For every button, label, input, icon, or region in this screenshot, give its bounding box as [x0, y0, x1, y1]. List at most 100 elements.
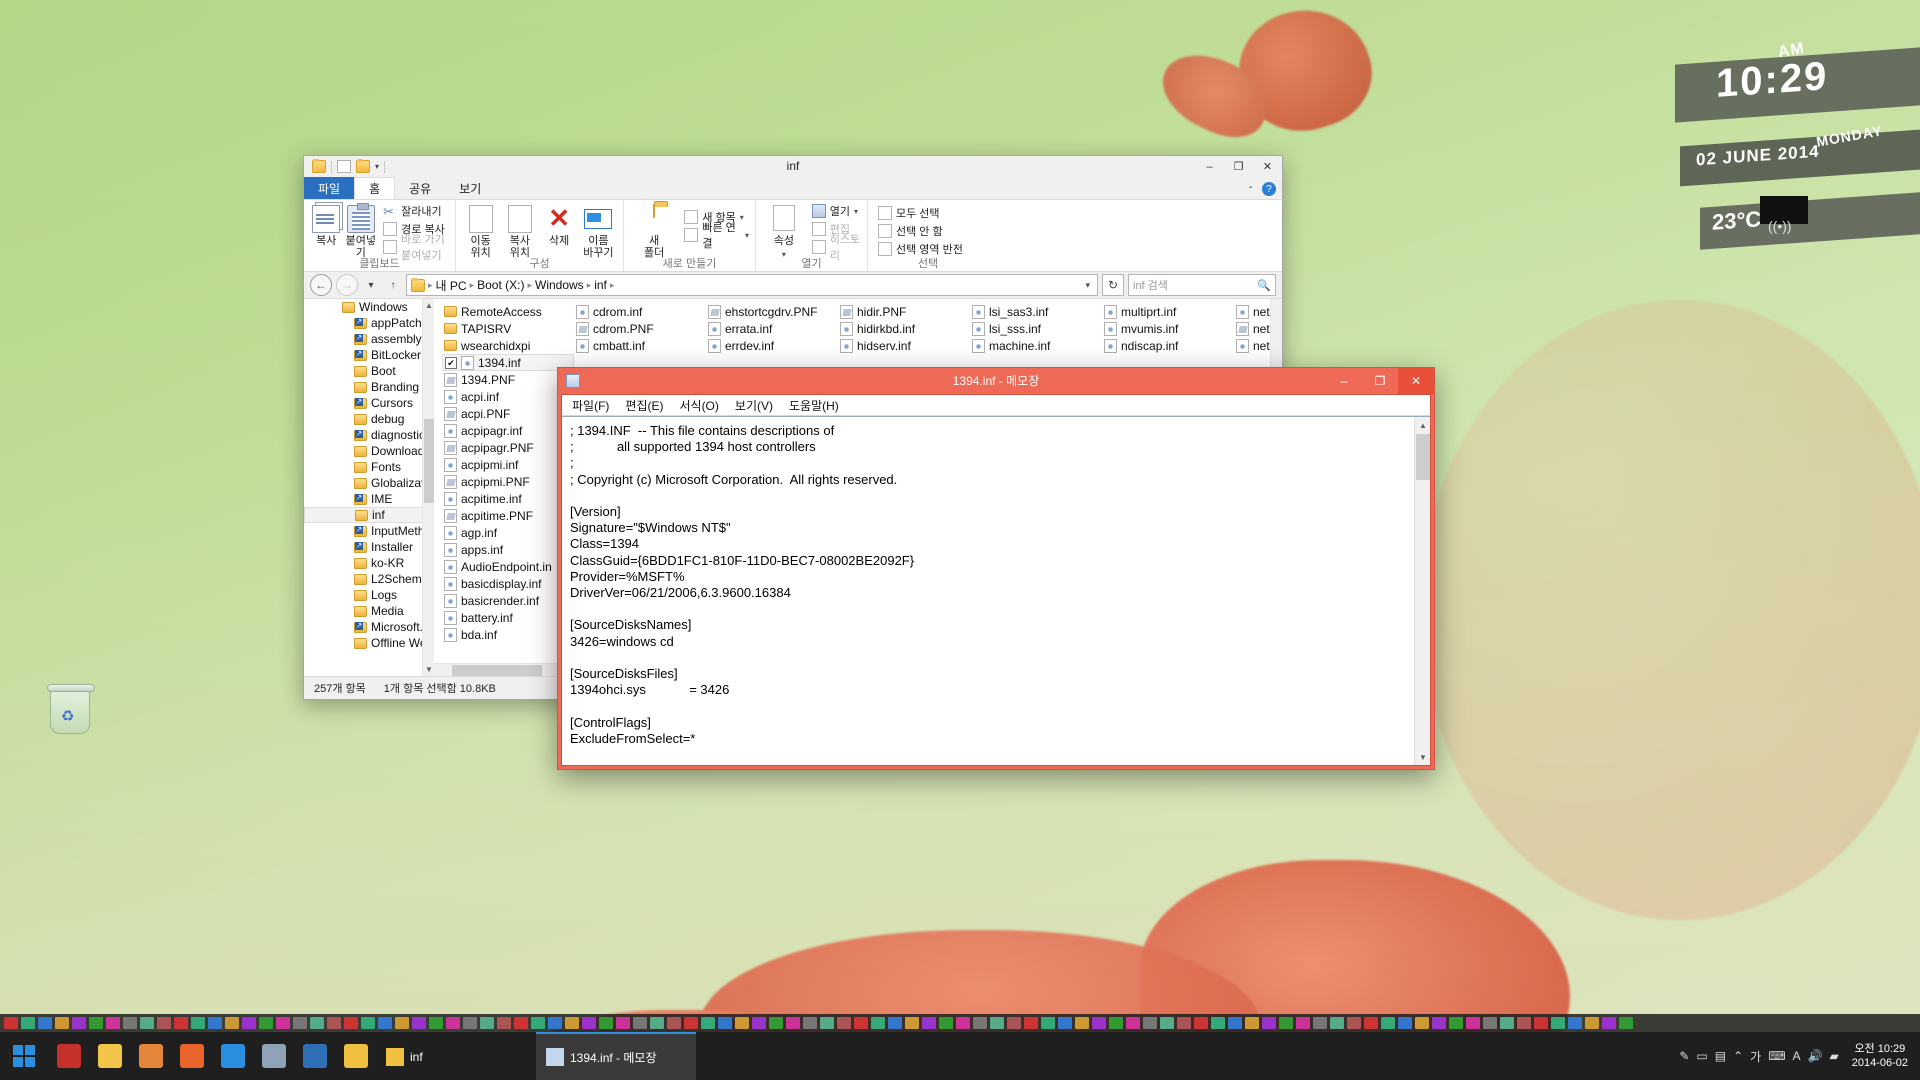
tray-overflow-icon[interactable]	[429, 1017, 443, 1029]
tray-overflow-icon[interactable]	[650, 1017, 664, 1029]
taskbar-firefox-icon[interactable]	[171, 1032, 212, 1080]
scroll-up-icon[interactable]: ▲	[1415, 417, 1431, 433]
tab-share[interactable]: 공유	[395, 177, 445, 199]
quick-access-toolbar[interactable]: ▾ inf – ❐ ✕	[304, 156, 1282, 177]
checkbox-checked-icon[interactable]: ✔	[445, 356, 457, 369]
tray-overflow-icon[interactable]	[21, 1017, 35, 1029]
navigation-pane[interactable]: Windows appPatch assembly BitLockerD Boot Bra…	[304, 299, 434, 676]
window-controls[interactable]: – ❐ ✕	[1195, 156, 1282, 177]
tray-overflow-icon[interactable]	[956, 1017, 970, 1029]
sidebar-item-installer[interactable]: Installer	[304, 539, 434, 555]
tray-overflow-icon[interactable]	[871, 1017, 885, 1029]
tab-home[interactable]: 홈	[354, 177, 396, 199]
tray-overflow-icon[interactable]	[939, 1017, 953, 1029]
tray-overflow-icon[interactable]	[1109, 1017, 1123, 1029]
ime-icon[interactable]: 가	[1750, 1048, 1761, 1065]
sidebar-item-branding[interactable]: Branding	[304, 379, 434, 395]
close-button[interactable]: ✕	[1253, 156, 1282, 177]
tray-overflow-icon[interactable]	[1058, 1017, 1072, 1029]
tray-overflow-icon[interactable]	[599, 1017, 613, 1029]
new-folder-icon[interactable]	[337, 160, 351, 173]
notepad-text-region[interactable]: ; 1394.INF -- This file contains descrip…	[562, 416, 1430, 765]
copy-to-button[interactable]: 복사 위치	[501, 203, 538, 259]
tray-overflow-icon[interactable]	[1245, 1017, 1259, 1029]
pen-icon[interactable]: ✎	[1679, 1049, 1689, 1063]
menu-edit[interactable]: 편집(E)	[625, 397, 663, 414]
scrollbar-thumb[interactable]	[1416, 434, 1430, 480]
tray-overflow-icon[interactable]	[191, 1017, 205, 1029]
tray-overflow-icon[interactable]	[1330, 1017, 1344, 1029]
tray-overflow-icon[interactable]	[888, 1017, 902, 1029]
tray-overflow-icon[interactable]	[378, 1017, 392, 1029]
tray-overflow-icon[interactable]	[1092, 1017, 1106, 1029]
notepad-scrollbar[interactable]: ▲ ▼	[1414, 417, 1430, 765]
tray-overflow-icon[interactable]	[38, 1017, 52, 1029]
sidebar-item-inf[interactable]: inf	[304, 507, 434, 523]
file-list-item[interactable]: 1394.PNF	[442, 371, 574, 388]
tray-overflow-icon[interactable]	[1398, 1017, 1412, 1029]
sidebar-item-microsoft-n[interactable]: Microsoft.N	[304, 619, 434, 635]
tray-overflow-icon[interactable]	[344, 1017, 358, 1029]
taskbar-tools-icon[interactable]	[253, 1032, 294, 1080]
file-list-item[interactable]: ehstortcgdrv.PNF	[706, 303, 838, 320]
tray-overflow-icon[interactable]	[531, 1017, 545, 1029]
tray-overflow-icon[interactable]	[242, 1017, 256, 1029]
notepad-text-area[interactable]: ; 1394.INF -- This file contains descrip…	[562, 417, 1414, 765]
tray-overflow-icon[interactable]	[1024, 1017, 1038, 1029]
tray-overflow-icon[interactable]	[1534, 1017, 1548, 1029]
tray-overflow-icon[interactable]	[1347, 1017, 1361, 1029]
tray-overflow-icon[interactable]	[1466, 1017, 1480, 1029]
sidebar-item-globalizatio[interactable]: Globalizatio	[304, 475, 434, 491]
sidebar-item-diagnostics[interactable]: diagnostics	[304, 427, 434, 443]
taskbar-tasks[interactable]: inf 1394.inf - 메모장	[376, 1032, 696, 1080]
file-list-item[interactable]: TAPISRV	[442, 320, 574, 337]
taskbar-folder-icon[interactable]	[335, 1032, 376, 1080]
tray-overflow-icon[interactable]	[1517, 1017, 1531, 1029]
navigation-tree[interactable]: Windows appPatch assembly BitLockerD Boot Bra…	[304, 299, 434, 651]
move-to-button[interactable]: 이동 위치	[462, 203, 499, 259]
chevron-down-icon[interactable]: ▾	[375, 162, 379, 171]
tray-overflow-icon[interactable]	[905, 1017, 919, 1029]
sidebar-item-media[interactable]: Media	[304, 603, 434, 619]
tray-overflow-icon[interactable]	[1177, 1017, 1191, 1029]
select-all-button[interactable]: 모두 선택	[878, 205, 963, 221]
notepad-window-controls[interactable]: – ❐ ✕	[1326, 368, 1434, 394]
sidebar-item-apppatch[interactable]: appPatch	[304, 315, 434, 331]
file-list-item[interactable]: apps.inf	[442, 541, 574, 558]
tray-overflow-icon[interactable]	[55, 1017, 69, 1029]
tray-overflow-icon[interactable]	[1313, 1017, 1327, 1029]
sidebar-item-assembly[interactable]: assembly	[304, 331, 434, 347]
scrollbar-thumb[interactable]	[424, 419, 434, 503]
tray-overflow-icon[interactable]	[514, 1017, 528, 1029]
tray-overflow-icon[interactable]	[1602, 1017, 1616, 1029]
back-button[interactable]: ←	[310, 274, 332, 296]
tray-overflow-icon[interactable]	[973, 1017, 987, 1029]
tray-overflow-icon[interactable]	[1551, 1017, 1565, 1029]
tab-view[interactable]: 보기	[445, 177, 495, 199]
volume-icon[interactable]: 🔊	[1808, 1049, 1823, 1063]
tray-overflow-icon[interactable]	[1483, 1017, 1497, 1029]
file-list-item[interactable]: acpipmi.PNF	[442, 473, 574, 490]
tray-overflow-icon[interactable]	[1415, 1017, 1429, 1029]
sidebar-item-offline-wel[interactable]: Offline Wel	[304, 635, 434, 651]
navigation-scrollbar[interactable]: ▲ ▼	[422, 299, 434, 676]
file-list-item[interactable]: multiprt.inf	[1102, 303, 1234, 320]
file-list-item[interactable]: hidir.PNF	[838, 303, 970, 320]
tray-overflow-icon[interactable]	[1500, 1017, 1514, 1029]
file-list-item[interactable]: acpipmi.inf	[442, 456, 574, 473]
sidebar-item-ime[interactable]: IME	[304, 491, 434, 507]
tray-overflow-icon[interactable]	[1160, 1017, 1174, 1029]
notepad-window[interactable]: 1394.inf - 메모장 – ❐ ✕ 파일(F) 편집(E) 서식(O) 보…	[557, 367, 1435, 770]
taskbar-file-explorer-icon[interactable]	[89, 1032, 130, 1080]
tray-overflow-icon[interactable]	[123, 1017, 137, 1029]
tray-overflow-icon[interactable]	[701, 1017, 715, 1029]
taskbar[interactable]: inf 1394.inf - 메모장 ✎ ▭ ▤ ⌃ 가 ⌨ A 🔊 ▰ 오전 1…	[0, 1032, 1920, 1080]
scrollbar-thumb[interactable]	[452, 665, 542, 676]
maximize-button[interactable]: ❐	[1362, 368, 1398, 394]
breadcrumb-item-inf[interactable]: inf	[594, 278, 607, 292]
tray-overflow-icon[interactable]	[922, 1017, 936, 1029]
breadcrumb-dropdown-icon[interactable]: ▾	[1085, 280, 1093, 291]
rename-button[interactable]: 이름 바꾸기	[580, 203, 617, 259]
breadcrumb[interactable]: ▸ 내 PC ▸ Boot (X:) ▸ Windows ▸ inf ▸ ▾	[406, 274, 1098, 296]
tray-overflow-icon[interactable]	[667, 1017, 681, 1029]
